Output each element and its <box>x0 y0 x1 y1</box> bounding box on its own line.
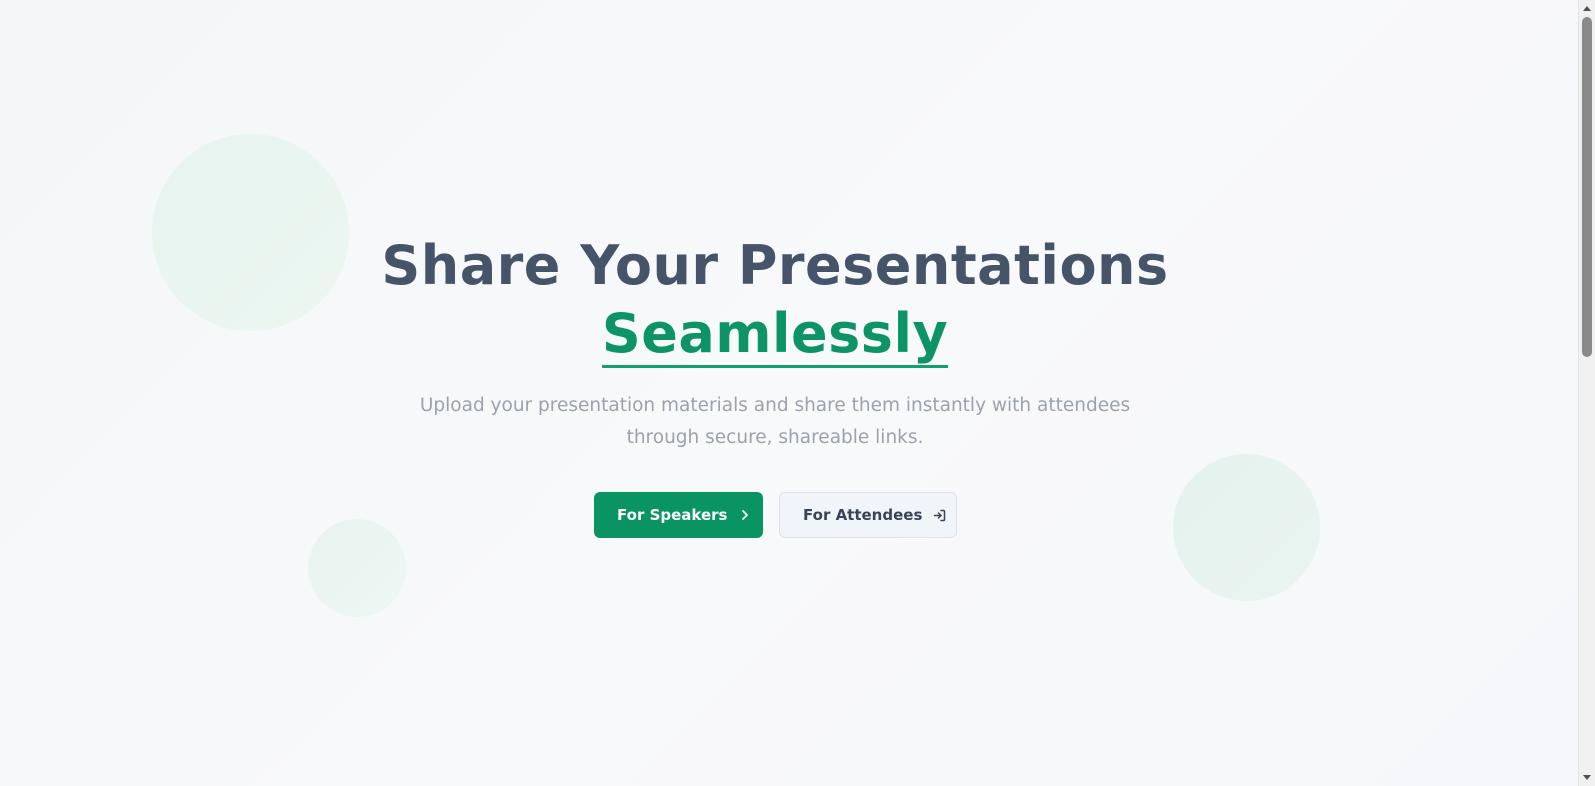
hero-subtitle-line2: through secure, shareable links. <box>626 427 924 448</box>
hero-title-line1: Share Your Presentations <box>381 234 1169 297</box>
scrollbar-thumb[interactable] <box>1582 17 1592 357</box>
for-attendees-label: For Attendees <box>803 506 923 524</box>
scroll-down-arrow-icon[interactable] <box>1579 770 1595 786</box>
page-viewport: Share Your Presentations Seamlessly Uplo… <box>0 0 1578 786</box>
for-speakers-button[interactable]: For Speakers <box>594 492 763 538</box>
chevron-right-icon <box>737 507 753 523</box>
vertical-scrollbar[interactable] <box>1578 0 1595 786</box>
hero-title: Share Your Presentations Seamlessly <box>0 232 1550 368</box>
sign-in-icon <box>931 507 947 523</box>
hero-title-highlight: Seamlessly <box>601 303 949 368</box>
for-attendees-button[interactable]: For Attendees <box>779 492 957 538</box>
hero-section: Share Your Presentations Seamlessly Uplo… <box>0 0 1550 786</box>
hero-subtitle-line1: Upload your presentation materials and s… <box>419 395 1131 416</box>
scroll-up-arrow-icon[interactable] <box>1579 0 1595 16</box>
hero-subtitle: Upload your presentation materials and s… <box>0 390 1550 454</box>
for-speakers-label: For Speakers <box>617 506 728 524</box>
